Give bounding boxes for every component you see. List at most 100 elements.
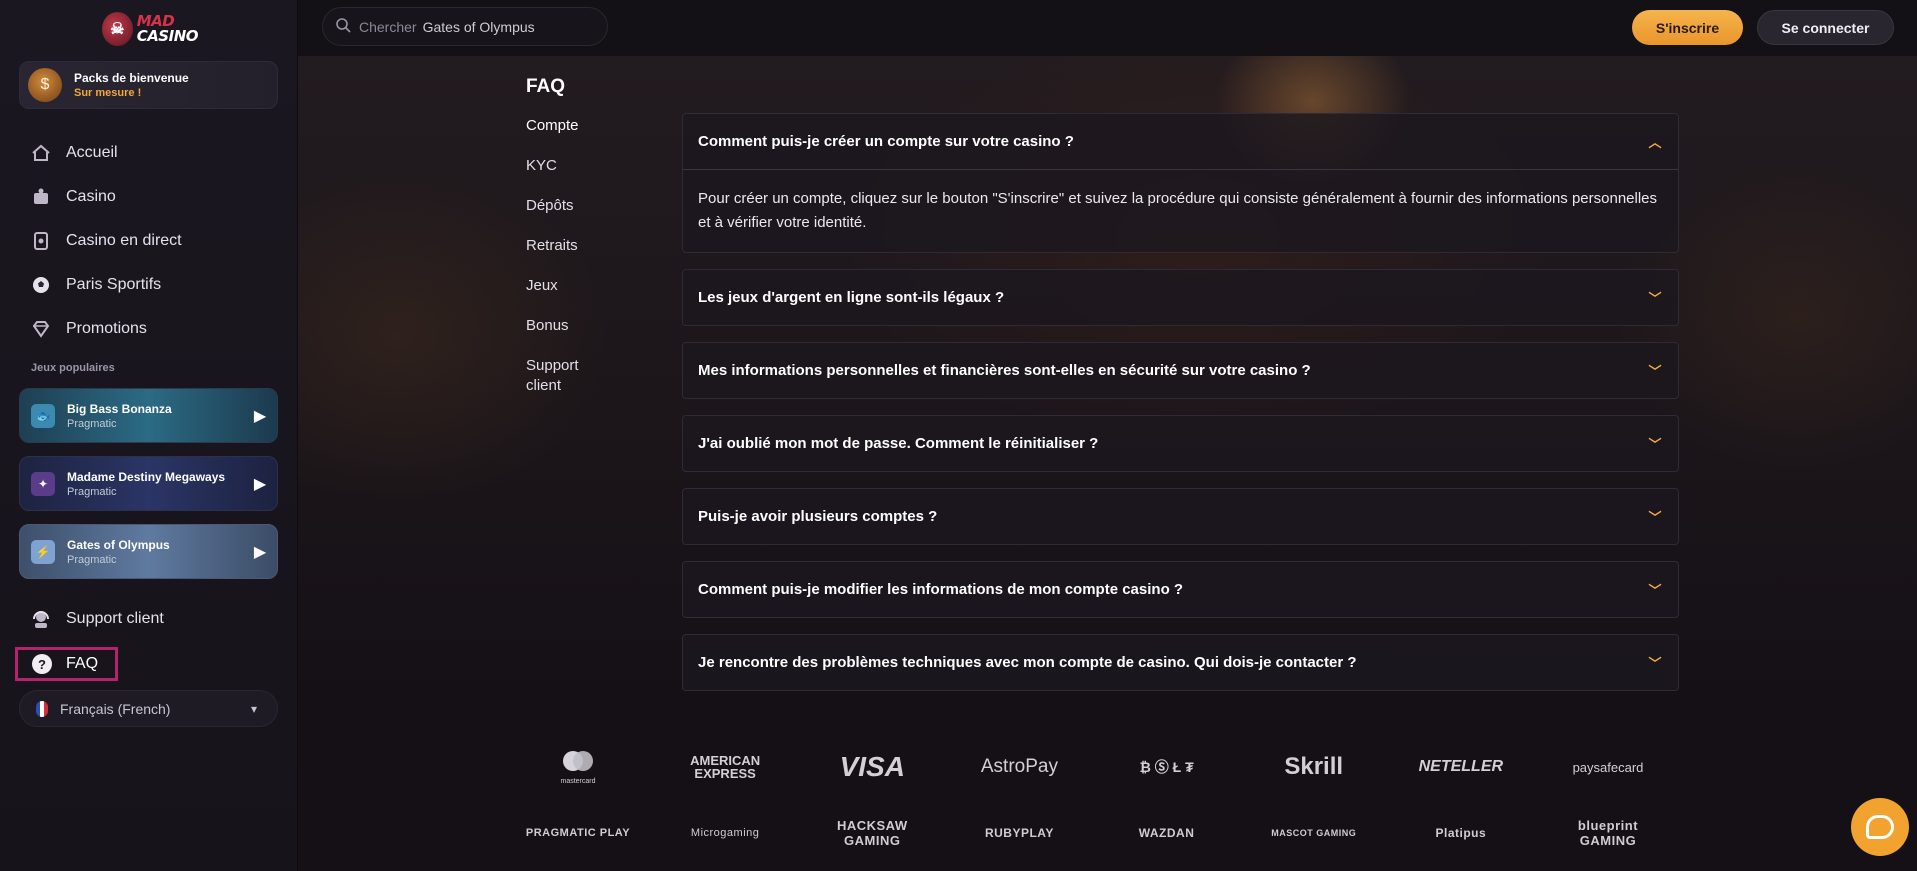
nav-item-label: Accueil (66, 144, 118, 161)
nav-item-accueil[interactable]: Accueil (20, 131, 280, 175)
faq-question-toggle[interactable]: Mes informations personnelles et financi… (683, 343, 1678, 398)
support-agent-icon (30, 608, 52, 630)
question-mark-icon: ? (32, 654, 52, 674)
crypto-logos: ₿ Ⓢ Ł ₮ (1139, 759, 1194, 775)
faq-question: Je rencontre des problèmes techniques av… (698, 654, 1357, 671)
game-card-big-bass-bonanza[interactable]: 🐟 Big Bass Bonanza Pragmatic ▶ (19, 388, 278, 443)
faq-question: Mes informations personnelles et financi… (698, 362, 1311, 379)
signup-button[interactable]: S'inscrire (1632, 10, 1743, 45)
game-title: Big Bass Bonanza (67, 401, 172, 416)
french-flag-icon (36, 700, 48, 717)
chevron-down-icon: ▾ (250, 701, 257, 716)
skrill-logo: Skrill (1284, 753, 1344, 780)
visa-logo: VISA (839, 751, 905, 782)
play-icon[interactable]: ▶ (243, 474, 277, 494)
pragmatic-play-logo: PRAGMATIC PLAY (525, 827, 631, 839)
faq-category-bonus[interactable]: Bonus (526, 316, 616, 336)
faq-item: J'ai oublié mon mot de passe. Comment le… (682, 415, 1679, 472)
faq-item: Comment puis-je modifier les information… (682, 561, 1679, 618)
search-placeholder: Chercher (359, 18, 417, 35)
search-input[interactable]: Chercher Gates of Olympus (322, 7, 608, 46)
faq-question: Puis-je avoir plusieurs comptes ? (698, 508, 938, 525)
bandit-icon: ☠ (102, 12, 133, 46)
chevron-down-icon: ﹀ (1648, 364, 1662, 379)
faq-item: Je rencontre des problèmes techniques av… (682, 634, 1679, 691)
faq-item: Comment puis-je créer un compte sur votr… (682, 113, 1679, 253)
live-casino-icon (30, 230, 52, 252)
welcome-subtitle: Sur mesure ! (74, 87, 142, 99)
diamond-icon (30, 318, 52, 340)
welcome-pack-banner[interactable]: $ Packs de bienvenue Sur mesure ! (19, 61, 278, 109)
game-title: Madame Destiny Megaways (67, 469, 226, 484)
mastercard-logo: mastercard (518, 749, 638, 785)
chevron-up-icon: ︿ (1648, 135, 1662, 150)
chevron-down-icon: ﹀ (1648, 583, 1662, 598)
gates-of-olympus-thumbnail: ⚡ (31, 539, 55, 564)
play-icon[interactable]: ▶ (243, 542, 277, 562)
sidebar-item-faq[interactable]: ? FAQ (15, 647, 118, 681)
chevron-down-icon: ﹀ (1648, 291, 1662, 306)
support-label: Support client (66, 610, 164, 627)
game-card-madame-destiny-megaways[interactable]: ✦ Madame Destiny Megaways Pragmatic ▶ (19, 456, 278, 511)
faq-question-toggle[interactable]: J'ai oublié mon mot de passe. Comment le… (683, 416, 1678, 471)
blueprint-gaming-logo: blueprint GAMING (1577, 818, 1639, 848)
hacksaw-gaming-logo: HACKSAW GAMING (836, 818, 908, 848)
home-icon (30, 142, 52, 164)
game-provider: Pragmatic (67, 553, 117, 566)
game-title: Gates of Olympus (67, 537, 170, 552)
faq-category-kyc[interactable]: KYC (526, 156, 616, 176)
nav-item-promotions[interactable]: Promotions (20, 307, 280, 351)
faq-question-toggle[interactable]: Comment puis-je modifier les information… (683, 562, 1678, 617)
chevron-down-icon: ﹀ (1648, 510, 1662, 525)
main-content: FAQ Compte KYC Dépôts Retraits Jeux Bonu… (298, 56, 1917, 871)
mad-casino-logo[interactable]: ☠ MAD CASINO (102, 8, 199, 50)
money-bag-icon: $ (28, 68, 62, 102)
wazdan-logo: WAZDAN (1138, 826, 1195, 840)
nav-item-casino[interactable]: Casino (20, 175, 280, 219)
search-icon (335, 17, 351, 37)
faq-question: Les jeux d'argent en ligne sont-ils léga… (698, 289, 1005, 306)
play-icon[interactable]: ▶ (243, 406, 277, 426)
nav-item-label: Promotions (66, 320, 147, 337)
faq-category-compte[interactable]: Compte (526, 116, 616, 136)
faq-answer: Pour créer un compte, cliquez sur le bou… (683, 169, 1678, 252)
language-value: Français (French) (60, 700, 171, 717)
mascot-gaming-logo: MASCOT GAMING (1271, 828, 1357, 838)
faq-question-toggle[interactable]: Comment puis-je créer un compte sur votr… (683, 114, 1678, 169)
rubyplay-logo: RUBYPLAY (984, 826, 1054, 840)
neteller-logo: NETELLER (1418, 758, 1504, 775)
faq-categories: Compte KYC Dépôts Retraits Jeux Bonus Su… (526, 116, 616, 416)
american-express-logo: AMERICAN EXPRESS (690, 753, 761, 781)
casino-icon (30, 186, 52, 208)
live-chat-button[interactable] (1851, 798, 1909, 856)
faq-item: Mes informations personnelles et financi… (682, 342, 1679, 399)
faq-accordion: Comment puis-je créer un compte sur votr… (682, 113, 1679, 707)
faq-question-toggle[interactable]: Les jeux d'argent en ligne sont-ils léga… (683, 270, 1678, 325)
page-title: FAQ (526, 76, 566, 97)
faq-category-retraits[interactable]: Retraits (526, 236, 616, 256)
nav-item-label: Paris Sportifs (66, 276, 162, 293)
faq-question-toggle[interactable]: Puis-je avoir plusieurs comptes ? ﹀ (683, 489, 1678, 544)
login-button[interactable]: Se connecter (1757, 10, 1894, 45)
microgaming-logo: Microgaming (690, 827, 760, 839)
platipus-logo: Platipus (1435, 826, 1487, 840)
chevron-down-icon: ﹀ (1648, 437, 1662, 452)
chevron-down-icon: ﹀ (1648, 656, 1662, 671)
welcome-title: Packs de bienvenue (74, 71, 189, 85)
payment-logos: mastercard AMERICAN EXPRESS VISA AstroPa… (518, 749, 1668, 785)
nav-item-paris-sportifs[interactable]: Paris Sportifs (20, 263, 280, 307)
faq-category-jeux[interactable]: Jeux (526, 276, 616, 296)
game-provider: Pragmatic (67, 417, 117, 430)
faq-category-support-client[interactable]: Support client (526, 356, 616, 396)
nav-item-casino-en-direct[interactable]: Casino en direct (20, 219, 280, 263)
language-selector[interactable]: Français (French) ▾ (19, 690, 278, 727)
paysafecard-logo: paysafecard (1572, 759, 1644, 775)
faq-category-depots[interactable]: Dépôts (526, 196, 616, 216)
game-card-gates-of-olympus[interactable]: ⚡ Gates of Olympus Pragmatic ▶ (19, 524, 278, 579)
faq-question-toggle[interactable]: Je rencontre des problèmes techniques av… (683, 635, 1678, 690)
top-bar: Chercher Gates of Olympus S'inscrire Se … (298, 0, 1917, 56)
faq-question: Comment puis-je modifier les information… (698, 581, 1184, 598)
faq-item: Puis-je avoir plusieurs comptes ? ﹀ (682, 488, 1679, 545)
sidebar-item-support-client[interactable]: Support client (30, 606, 164, 632)
sidebar: ☠ MAD CASINO $ Packs de bienvenue Sur me… (0, 0, 298, 871)
